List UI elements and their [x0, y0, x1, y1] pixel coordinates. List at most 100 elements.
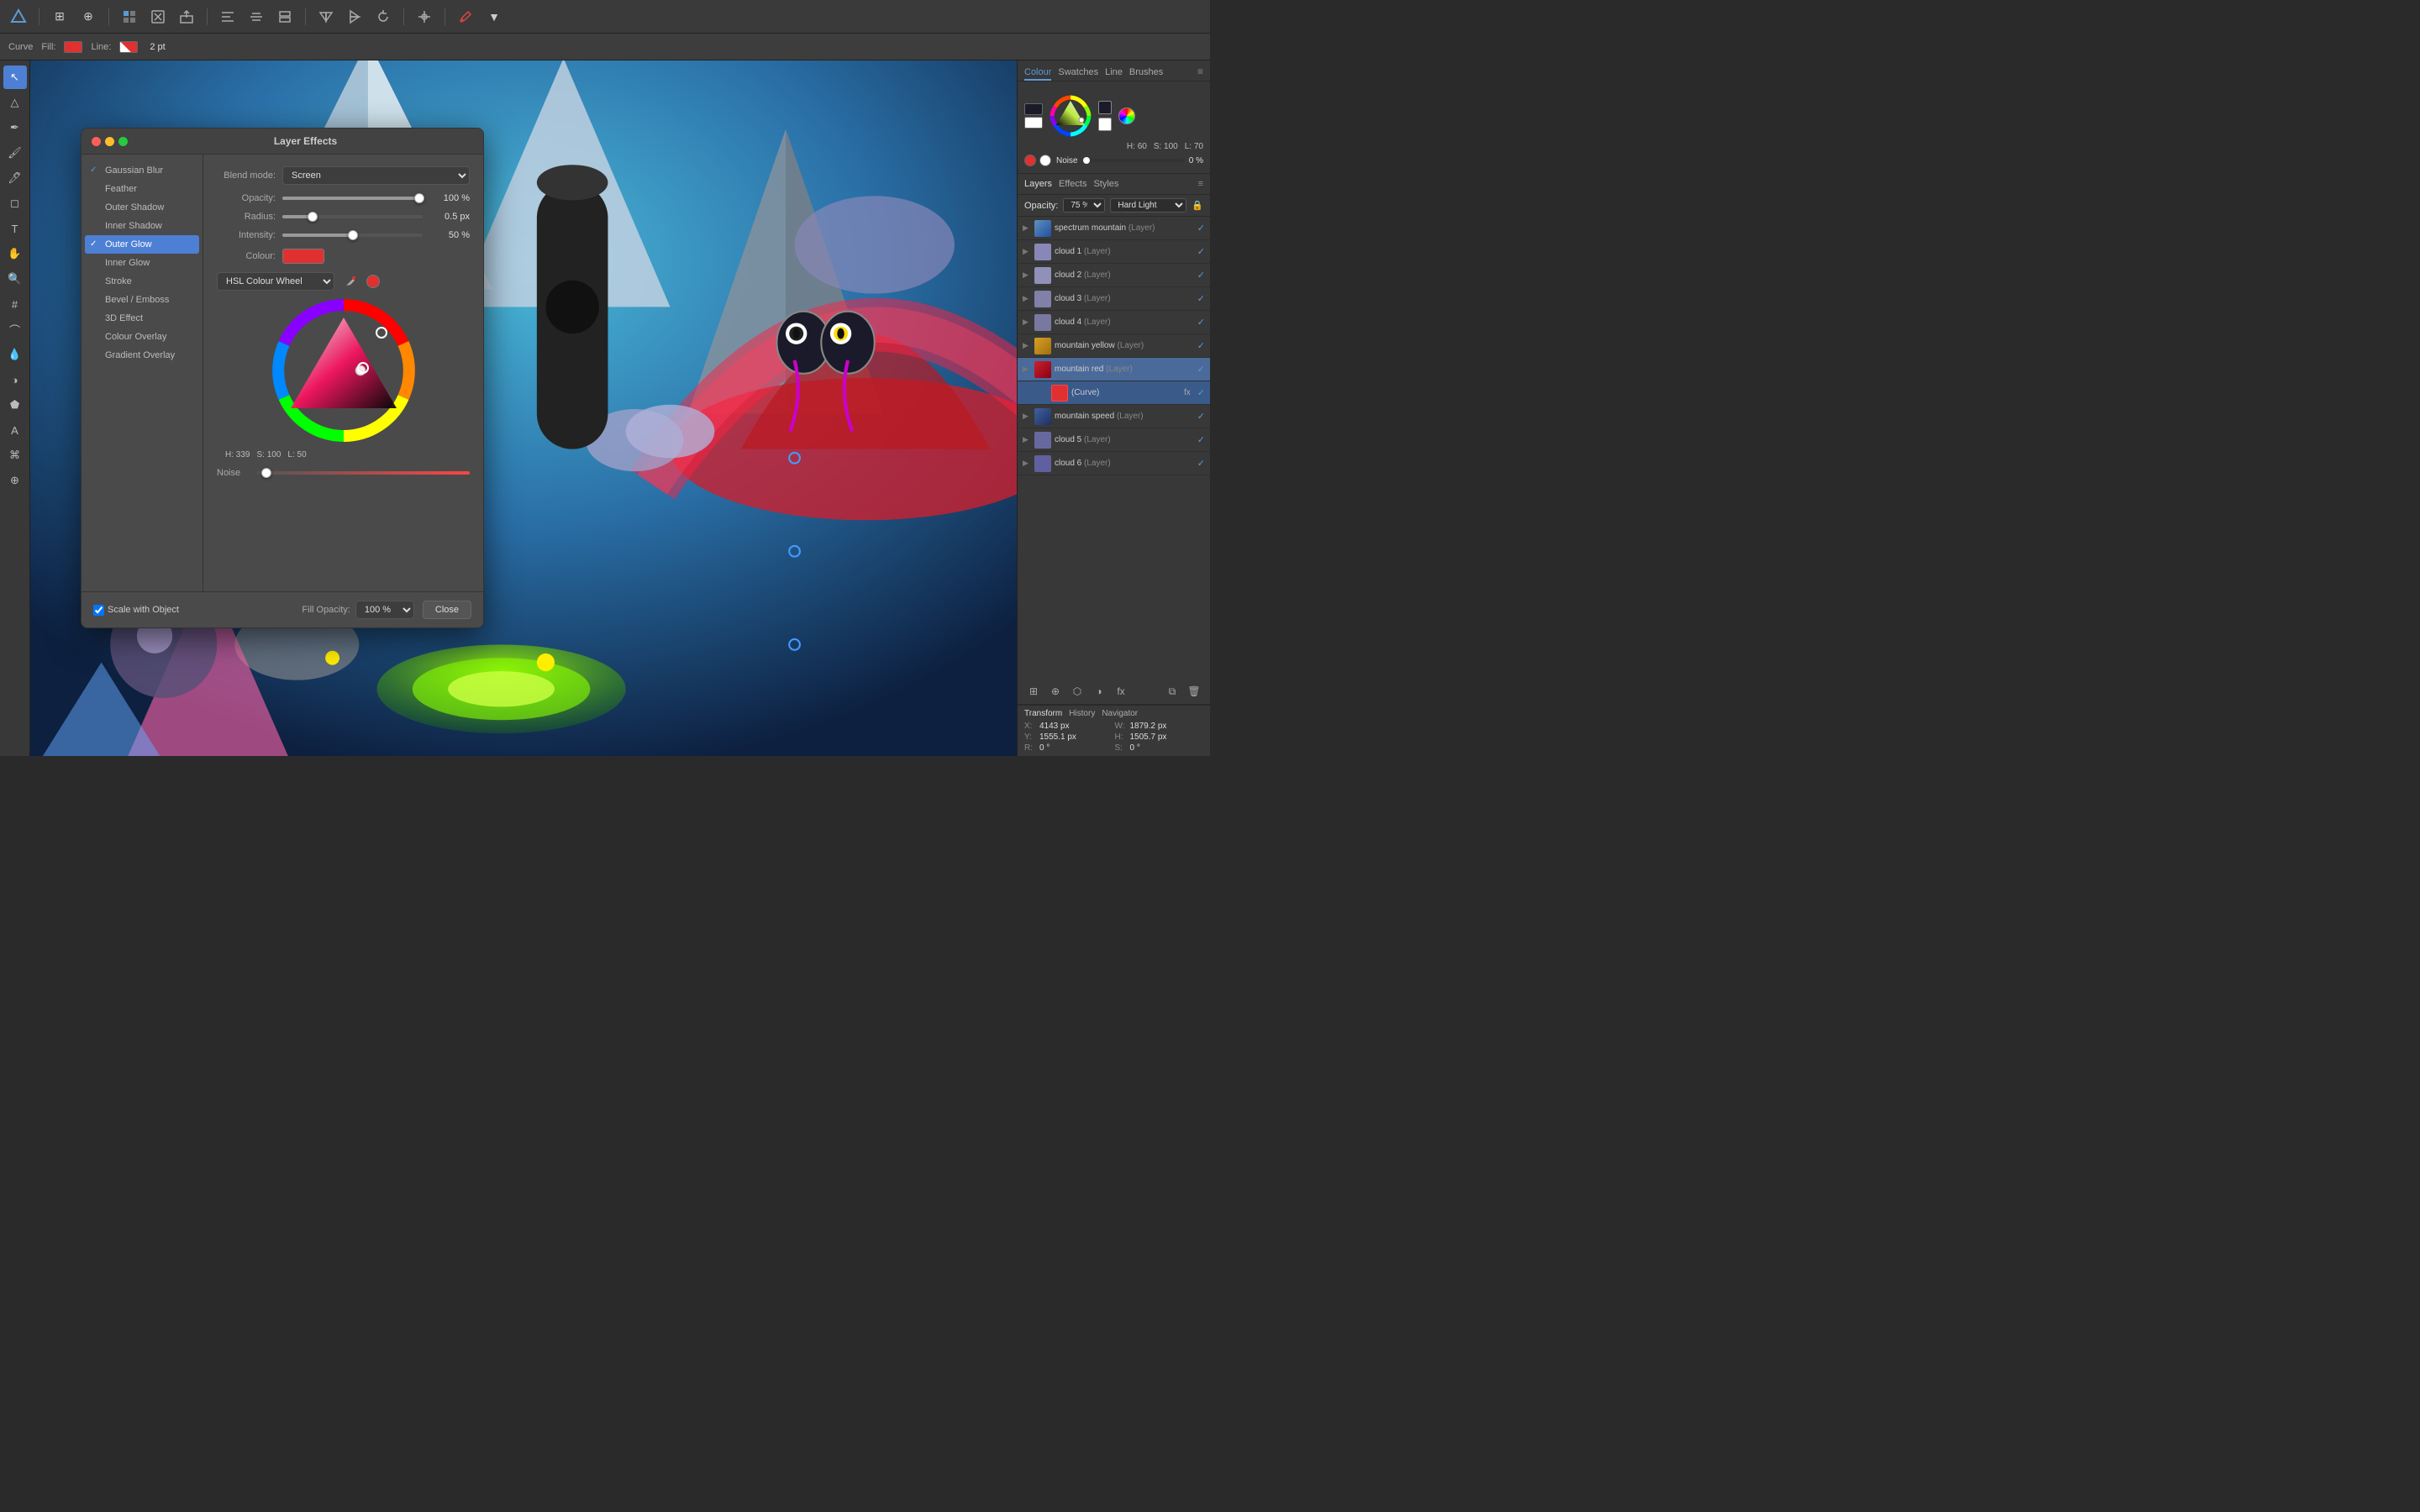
search-tool[interactable]: ⊕ — [3, 469, 27, 492]
maximize-traffic-light[interactable] — [118, 137, 128, 146]
scale-with-object-label[interactable]: Scale with Object — [93, 605, 179, 616]
panel-menu[interactable]: ≡ — [1197, 66, 1203, 81]
opacity-slider[interactable] — [282, 197, 423, 200]
effect-gaussian-blur[interactable]: ✓ Gaussian Blur — [82, 161, 203, 180]
paint-tool[interactable]: 🖊 — [3, 166, 27, 190]
effect-stroke[interactable]: ✓ Stroke — [82, 272, 203, 291]
grid-tool[interactable]: # — [3, 292, 27, 316]
effect-bevel-emboss[interactable]: ✓ Bevel / Emboss — [82, 291, 203, 309]
zoom-tool[interactable]: 🔍 — [3, 267, 27, 291]
line-swatch[interactable] — [119, 41, 138, 53]
navigator-tab[interactable]: Navigator — [1102, 709, 1138, 718]
opacity-select-layers[interactable]: 75 % — [1063, 198, 1105, 213]
add-layer-btn[interactable]: ⊞ — [1024, 682, 1043, 701]
tab-layers[interactable]: Layers — [1024, 179, 1052, 189]
effect-colour-overlay[interactable]: ✓ Colour Overlay — [82, 328, 203, 346]
pixel-tool[interactable] — [118, 5, 141, 29]
flip-v[interactable] — [343, 5, 366, 29]
layer-cloud2[interactable]: ▶ cloud 2 (Layer) ✓ — [1018, 264, 1210, 287]
mask-btn[interactable]: ⬡ — [1068, 682, 1086, 701]
hsl-colour-wheel[interactable] — [272, 299, 415, 442]
effect-3d[interactable]: ✓ 3D Effect — [82, 309, 203, 328]
effect-gradient-overlay[interactable]: ✓ Gradient Overlay — [82, 346, 203, 365]
delete-layer-btn[interactable]: 🗑 — [1185, 682, 1203, 701]
opacity-thumb[interactable] — [414, 193, 424, 203]
tab-brushes[interactable]: Brushes — [1129, 66, 1163, 81]
brush-tool[interactable] — [454, 5, 477, 29]
effect-outer-glow[interactable]: ✓ Outer Glow — [85, 235, 199, 254]
noise-colour-dot[interactable] — [1024, 155, 1036, 166]
history-tab[interactable]: History — [1069, 709, 1095, 718]
duplicate-layer-btn[interactable]: ⧉ — [1163, 682, 1181, 701]
layer-spectrum-mountain[interactable]: ▶ spectrum mountain (Layer) ✓ — [1018, 217, 1210, 240]
tab-styles[interactable]: Styles — [1093, 179, 1118, 189]
text-frame[interactable]: A — [3, 418, 27, 442]
current-colour-dot[interactable] — [366, 275, 380, 288]
export-tool[interactable] — [175, 5, 198, 29]
fill-opacity-select[interactable]: 100 % — [355, 601, 414, 619]
radius-thumb[interactable] — [308, 212, 318, 222]
white-swatch[interactable] — [1098, 118, 1112, 131]
align-center[interactable] — [245, 5, 268, 29]
close-traffic-light[interactable] — [92, 137, 101, 146]
noise-slider-right[interactable] — [1083, 159, 1184, 162]
rotate[interactable] — [371, 5, 395, 29]
vector-tool[interactable] — [146, 5, 170, 29]
layers-menu[interactable]: ≡ — [1198, 179, 1203, 189]
fill-swatch[interactable] — [64, 41, 82, 53]
scale-with-object-checkbox[interactable] — [93, 605, 104, 616]
flip-h[interactable] — [314, 5, 338, 29]
gradient-tool[interactable]: ◑ — [3, 368, 27, 391]
add-pixel-layer-btn[interactable]: ⊕ — [1046, 682, 1065, 701]
tab-effects[interactable]: Effects — [1059, 179, 1086, 189]
tab-line[interactable]: Line — [1105, 66, 1123, 81]
noise-thumb[interactable] — [261, 468, 271, 478]
fg-colour[interactable] — [1024, 103, 1043, 115]
layer-cloud4[interactable]: ▶ cloud 4 (Layer) ✓ — [1018, 311, 1210, 334]
shape-tool[interactable]: ◻ — [3, 192, 27, 215]
intensity-thumb[interactable] — [348, 230, 358, 240]
effect-inner-glow[interactable]: ✓ Inner Glow — [82, 254, 203, 272]
blend-mode-select[interactable]: Screen — [282, 166, 470, 185]
fx-btn[interactable]: fx — [1112, 682, 1130, 701]
layer-curve[interactable]: (Curve) fx ✓ — [1018, 381, 1210, 405]
noise-white-dot[interactable] — [1039, 155, 1051, 166]
layer-cloud5[interactable]: ▶ cloud 5 (Layer) ✓ — [1018, 428, 1210, 452]
effect-inner-shadow[interactable]: ✓ Inner Shadow — [82, 217, 203, 235]
colour-swatch[interactable] — [282, 249, 324, 264]
symbol-tool[interactable]: ⌘ — [3, 444, 27, 467]
share-tool[interactable]: ⊕ — [76, 5, 100, 29]
intensity-slider[interactable] — [282, 234, 423, 237]
colour-wheel-mini[interactable] — [1050, 95, 1092, 137]
text-tool[interactable]: T — [3, 217, 27, 240]
radius-slider[interactable] — [282, 215, 423, 218]
brush-settings[interactable]: ▼ — [482, 5, 506, 29]
pen-tool[interactable]: ✒ — [3, 116, 27, 139]
eyedropper-button[interactable] — [341, 272, 360, 291]
adjustment-btn[interactable]: ◑ — [1090, 682, 1108, 701]
add-tool[interactable]: ⊞ — [48, 5, 71, 29]
tab-swatches[interactable]: Swatches — [1058, 66, 1098, 81]
colour-picker-select[interactable]: HSL Colour Wheel — [217, 272, 334, 291]
layer-mountain-speed[interactable]: ▶ mountain speed (Layer) ✓ — [1018, 405, 1210, 428]
layer-cloud6[interactable]: ▶ cloud 6 (Layer) ✓ — [1018, 452, 1210, 475]
align-left[interactable] — [216, 5, 239, 29]
minimize-traffic-light[interactable] — [105, 137, 114, 146]
select-tool[interactable]: ↖ — [3, 66, 27, 89]
align-right[interactable] — [273, 5, 297, 29]
node-tool[interactable]: △ — [3, 91, 27, 114]
hand-tool[interactable]: ✋ — [3, 242, 27, 265]
vector-brush[interactable]: ⌒ — [3, 318, 27, 341]
layer-mountain-red[interactable]: ▶ mountain red (Layer) ✓ — [1018, 358, 1210, 381]
fill-tool[interactable]: ⬟ — [3, 393, 27, 417]
transform-tab[interactable]: Transform — [1024, 709, 1062, 718]
layer-mountain-yellow[interactable]: ▶ mountain yellow (Layer) ✓ — [1018, 334, 1210, 358]
brush-tool-left[interactable]: 🖌 — [3, 141, 27, 165]
noise-slider[interactable] — [257, 471, 470, 475]
eyedropper-tool[interactable]: 💧 — [3, 343, 27, 366]
blend-mode-layers[interactable]: Hard Light — [1110, 198, 1186, 213]
noise-slider-thumb[interactable] — [1083, 157, 1090, 164]
effect-outer-shadow[interactable]: ✓ Outer Shadow — [82, 198, 203, 217]
colour-circle[interactable] — [1118, 108, 1135, 124]
black-swatch[interactable] — [1098, 101, 1112, 114]
